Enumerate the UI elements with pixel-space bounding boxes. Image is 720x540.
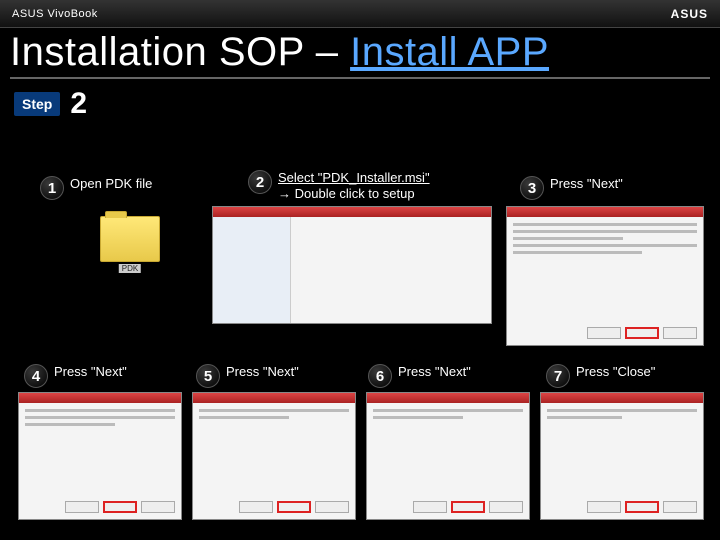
item-6-text: Press "Next" — [398, 364, 471, 380]
screenshot-wizard-welcome — [506, 206, 704, 346]
screenshot-explorer — [212, 206, 492, 324]
folder-label: PDK — [119, 264, 141, 273]
item-2-text: Select "PDK_Installer.msi" → Double clic… — [278, 170, 430, 203]
badge-5: 5 — [196, 364, 220, 388]
screenshot-step7 — [540, 392, 704, 520]
screenshot-step4 — [18, 392, 182, 520]
title-plain: Installation SOP – — [10, 30, 350, 74]
item-4-text: Press "Next" — [54, 364, 127, 380]
brand-bar: ASUS VivoBook ASUS — [0, 0, 720, 28]
step-number: 2 — [70, 87, 87, 121]
item-3: 3 Press "Next" — [520, 176, 623, 200]
item-6: 6 Press "Next" — [368, 364, 471, 388]
badge-6: 6 — [368, 364, 392, 388]
step-indicator: Step 2 — [14, 87, 720, 121]
item-5: 5 Press "Next" — [196, 364, 299, 388]
item-2-line2: → Double click to setup — [278, 186, 415, 201]
slide-title: Installation SOP – Install APP — [10, 30, 710, 79]
slide: ASUS VivoBook ASUS Installation SOP – In… — [0, 0, 720, 540]
item-3-text: Press "Next" — [550, 176, 623, 192]
badge-3: 3 — [520, 176, 544, 200]
item-7: 7 Press "Close" — [546, 364, 655, 388]
badge-2: 2 — [248, 170, 272, 194]
badge-7: 7 — [546, 364, 570, 388]
item-7-text: Press "Close" — [576, 364, 655, 380]
brand-product: ASUS VivoBook — [12, 8, 98, 20]
item-2: 2 Select "PDK_Installer.msi" → Double cl… — [248, 170, 430, 203]
item-4: 4 Press "Next" — [24, 364, 127, 388]
screenshot-step5 — [192, 392, 356, 520]
item-2-line1: Select "PDK_Installer.msi" — [278, 170, 430, 185]
title-accent: Install APP — [350, 30, 549, 74]
title-wrap: Installation SOP – Install APP — [0, 28, 720, 79]
item-1-text: Open PDK file — [70, 176, 152, 192]
folder-icon: PDK — [100, 216, 160, 262]
item-1: 1 Open PDK file — [40, 176, 152, 200]
brand-logo: ASUS — [671, 7, 708, 21]
item-5-text: Press "Next" — [226, 364, 299, 380]
step-label: Step — [14, 92, 60, 116]
screenshot-step6 — [366, 392, 530, 520]
badge-4: 4 — [24, 364, 48, 388]
badge-1: 1 — [40, 176, 64, 200]
